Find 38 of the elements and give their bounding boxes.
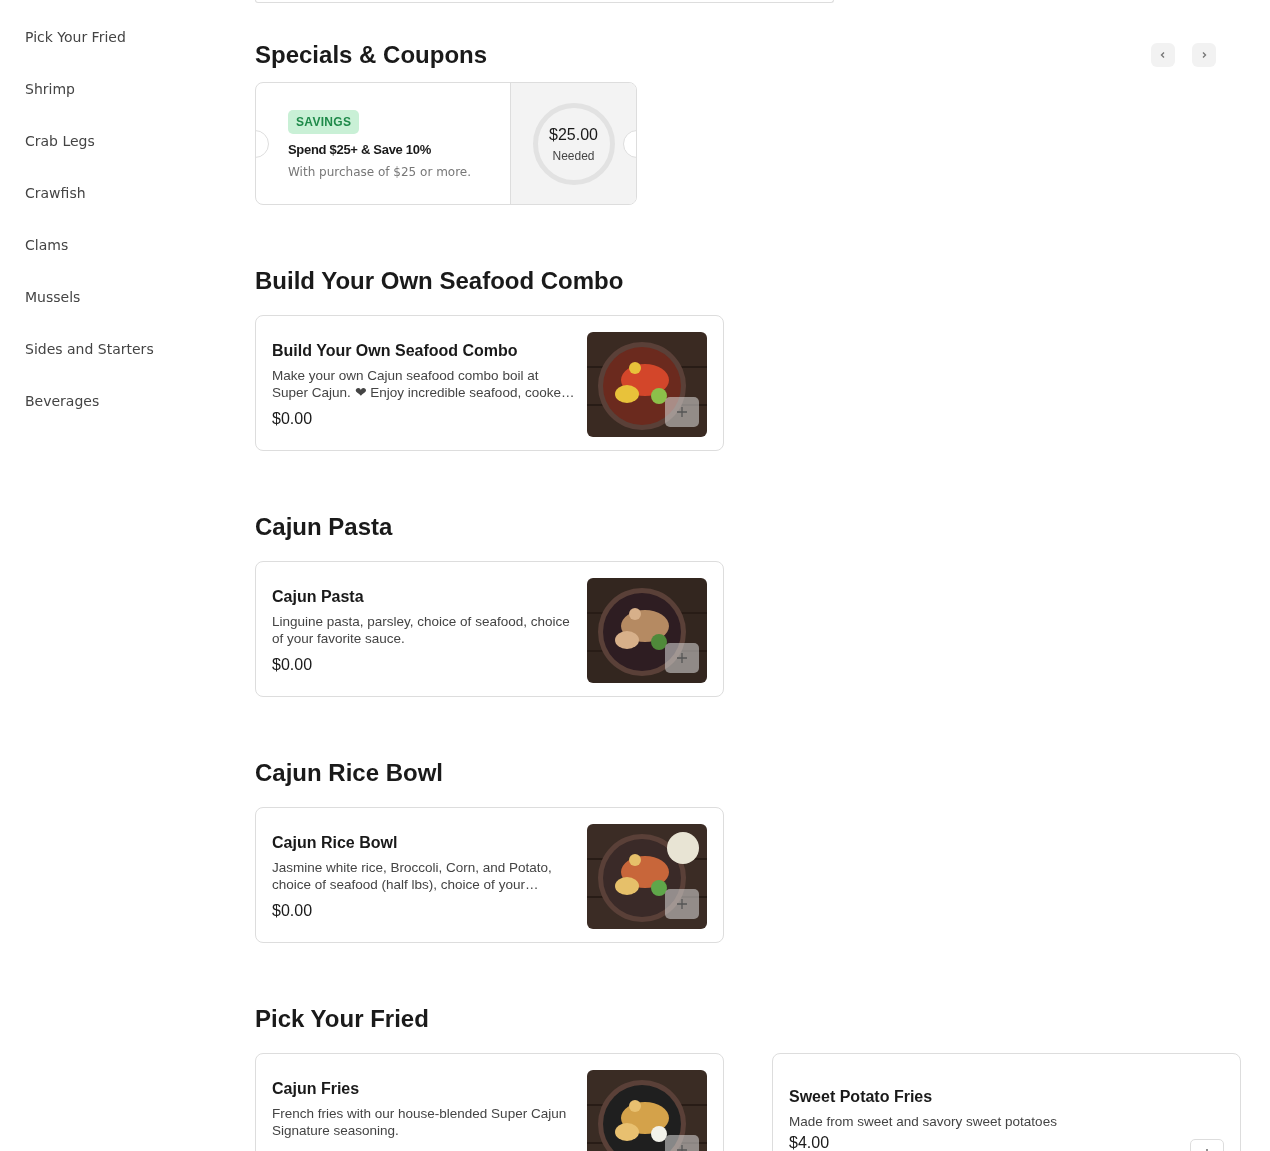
sidebar-item[interactable]: Sides and Starters: [25, 340, 154, 358]
section-heading: Pick Your Fried: [255, 1004, 430, 1033]
section-heading: Build Your Own Seafood Combo: [255, 266, 625, 295]
needed-label: Needed: [552, 147, 595, 165]
item-price: $4.00: [789, 1134, 830, 1151]
menu-item-card[interactable]: Sweet Potato Fries Made from sweet and savory sweet potatoes $4.00: [772, 1053, 1241, 1151]
sidebar-item[interactable]: Beverages: [25, 392, 100, 410]
sidebar-item[interactable]: Shrimp: [25, 80, 75, 98]
sidebar-item[interactable]: Crawfish: [25, 184, 86, 202]
item-price: $0.00: [272, 409, 313, 429]
item-name: Sweet Potato Fries: [789, 1087, 934, 1107]
item-description: Jasmine white rice, Broccoli, Corn, and Potato, choice of seafood (half lbs), choice of your…: [272, 859, 553, 893]
item-price: $0.00: [272, 655, 313, 675]
sidebar-item[interactable]: Crab Legs: [25, 132, 95, 150]
item-description: Linguine pasta, parsley, choice of seafood, choice of your favorite sauce.: [272, 613, 571, 647]
savings-tag: SAVINGS: [288, 110, 360, 134]
item-name: Cajun Fries: [272, 1079, 361, 1099]
menu-item-card[interactable]: Cajun Pasta Linguine pasta, parsley, choice of seafood, choice of your favorite sauce. $0.00: [255, 561, 724, 697]
item-name: Cajun Pasta: [272, 587, 365, 607]
amount-needed: $25.00: [549, 124, 598, 145]
coupon-subtitle: With purchase of $25 or more.: [288, 163, 473, 181]
coupon-title: Spend $25+ & Save 10%: [288, 141, 432, 159]
item-name: Build Your Own Seafood Combo: [272, 341, 519, 361]
menu-item-card[interactable]: Cajun Fries French fries with our house-blended Super Cajun Signature seasoning.: [255, 1053, 724, 1151]
sidebar-item[interactable]: Mussels: [25, 288, 81, 306]
item-description: Made from sweet and savory sweet potatoes: [789, 1113, 1058, 1130]
sidebar-item[interactable]: Clams: [25, 236, 69, 254]
item-description: French fries with our house-blended Super Cajun Signature seasoning.: [272, 1105, 568, 1139]
item-price: $0.00: [272, 901, 313, 921]
menu-item-card[interactable]: Cajun Rice Bowl Jasmine white rice, Broccoli, Corn, and Potato, choice of seafood (half lbs), choice of your… $0.00: [255, 807, 724, 943]
item-description: Make your own Cajun seafood combo boil at Super Cajun. ❤ Enjoy incredible seafood, cooke…: [272, 367, 576, 401]
section-heading: Cajun Pasta: [255, 512, 394, 541]
coupon-card[interactable]: SAVINGS Spend $25+ & Save 10% With purchase of $25 or more. $25.00 Needed: [255, 82, 637, 205]
section-heading: Cajun Rice Bowl: [255, 758, 445, 787]
section-heading: Specials & Coupons: [255, 40, 488, 69]
menu-item-card[interactable]: Build Your Own Seafood Combo Make your own Cajun seafood combo boil at Super Cajun. ❤ Enjoy incredible seafood, cooke… $0.00: [255, 315, 724, 451]
item-name: Cajun Rice Bowl: [272, 833, 399, 853]
sidebar-item[interactable]: Pick Your Fried: [25, 28, 126, 46]
